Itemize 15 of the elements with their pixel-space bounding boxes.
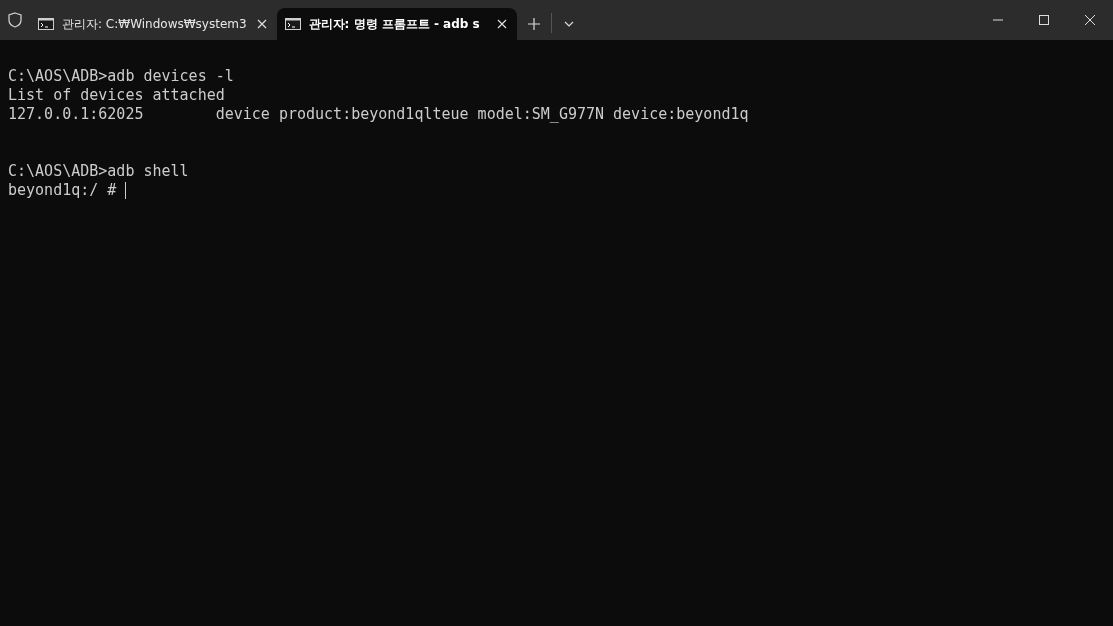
text-cursor: [125, 182, 127, 199]
terminal-line: C:\AOS\ADB>adb shell: [8, 162, 189, 181]
plus-icon: [526, 17, 541, 31]
terminal-prompt: beyond1q:/ #: [8, 181, 118, 200]
terminal-tab[interactable]: 관리자: C:₩Windows₩system3: [30, 8, 277, 40]
console-icon: [284, 18, 301, 30]
shield-icon: [8, 12, 22, 28]
close-icon: [1084, 14, 1096, 26]
console-icon: [38, 18, 54, 30]
terminal-line: C:\AOS\ADB>adb devices -l: [8, 67, 234, 86]
terminal-line: List of devices attached: [8, 86, 225, 105]
chevron-down-icon: [562, 20, 575, 28]
terminal-line: 127.0.0.1:62025 device product:beyond1qlteue model:SM_G977N device:beyond1q: [8, 105, 749, 124]
terminal-tab[interactable]: 관리자: 명령 프롬프트 - adb s: [276, 8, 517, 40]
maximize-icon: [1038, 14, 1050, 26]
